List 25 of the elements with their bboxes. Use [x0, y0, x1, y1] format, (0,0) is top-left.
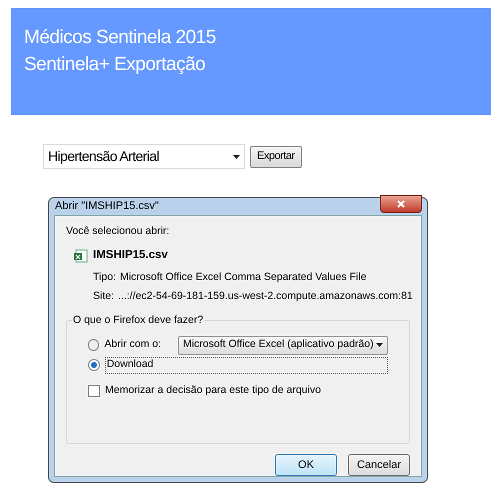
- file-name: IMSHIP15.csv: [93, 248, 168, 264]
- close-icon: [397, 200, 405, 208]
- application-select[interactable]: Microsoft Office Excel (aplicativo padrão): [178, 336, 388, 354]
- dialog-button[interactable]: OK: [275, 454, 337, 476]
- download-label[interactable]: Download: [104, 356, 388, 374]
- open-with-label[interactable]: Abrir com o:: [104, 337, 173, 353]
- spreadsheet-file-icon: [74, 248, 88, 263]
- dropdown-caret-icon: [233, 154, 240, 158]
- dialog-title: Abrir "IMSHIP15.csv": [54, 199, 159, 214]
- header-title: Médicos Sentinela 2015: [24, 26, 217, 50]
- disease-select[interactable]: Hipertensão Arterial: [43, 144, 245, 169]
- radio-button[interactable]: [88, 339, 100, 351]
- type-value: Microsoft Office Excel Comma Separated Values File: [120, 270, 366, 284]
- dropdown-caret-icon: [376, 343, 383, 347]
- close-button[interactable]: [380, 195, 422, 214]
- checkbox[interactable]: [88, 384, 100, 397]
- header-subtitle: Sentinela+ Exportação: [24, 53, 206, 77]
- remember-label[interactable]: Memorizar a decisão para este tipo de arquivo: [105, 383, 321, 399]
- type-label: Tipo:: [93, 270, 116, 284]
- intro-text: Você selecionou abrir:: [66, 224, 170, 238]
- site-label: Site:: [93, 289, 114, 304]
- radio-button[interactable]: [88, 359, 100, 371]
- site-value: ...://ec2-54-69-181-159.us-west-2.compute.amazonaws.com:81: [118, 289, 413, 304]
- dialog-button[interactable]: Cancelar: [348, 454, 410, 476]
- export-button[interactable]: Exportar: [250, 146, 302, 168]
